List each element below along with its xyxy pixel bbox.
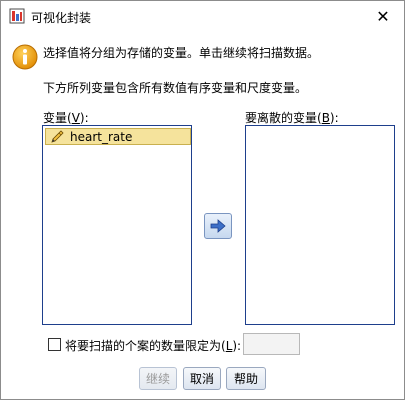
close-icon: ✕: [376, 6, 390, 26]
continue-button[interactable]: 继续: [139, 367, 177, 390]
info-icon: [12, 44, 38, 70]
window-title: 可视化封装: [31, 11, 92, 25]
instruction-text: 选择值将分组为存储的变量。单击继续将扫描数据。: [43, 46, 320, 60]
limit-cases-label: 将要扫描的个案的数量限定为(L):: [65, 339, 242, 353]
binned-variables-listbox[interactable]: [245, 125, 395, 325]
dialog-window: 可视化封装 ✕ 选择值将分组为存储的变量。单击继续将扫描数据。 下方所列变量包含…: [0, 0, 405, 400]
pencil-icon: [51, 129, 64, 143]
list-item[interactable]: heart_rate: [45, 128, 191, 145]
app-icon: [9, 8, 25, 24]
close-button[interactable]: ✕: [363, 1, 403, 31]
variables-listbox[interactable]: heart_rate: [42, 125, 192, 325]
binned-list-label: 要离散的变量(B):: [245, 111, 339, 125]
arrow-right-icon: [210, 219, 226, 233]
variable-info-text: 下方所列变量包含所有数值有序变量和尺度变量。: [43, 81, 308, 95]
cancel-button[interactable]: 取消: [183, 367, 221, 390]
variables-list-label: 变量(V):: [43, 111, 89, 125]
variable-name: heart_rate: [70, 129, 133, 144]
limit-cases-input[interactable]: [243, 333, 300, 355]
move-right-button[interactable]: [204, 213, 232, 239]
title-bar: 可视化封装 ✕: [1, 1, 404, 31]
limit-cases-checkbox[interactable]: [48, 338, 61, 351]
help-button[interactable]: 帮助: [226, 367, 266, 390]
